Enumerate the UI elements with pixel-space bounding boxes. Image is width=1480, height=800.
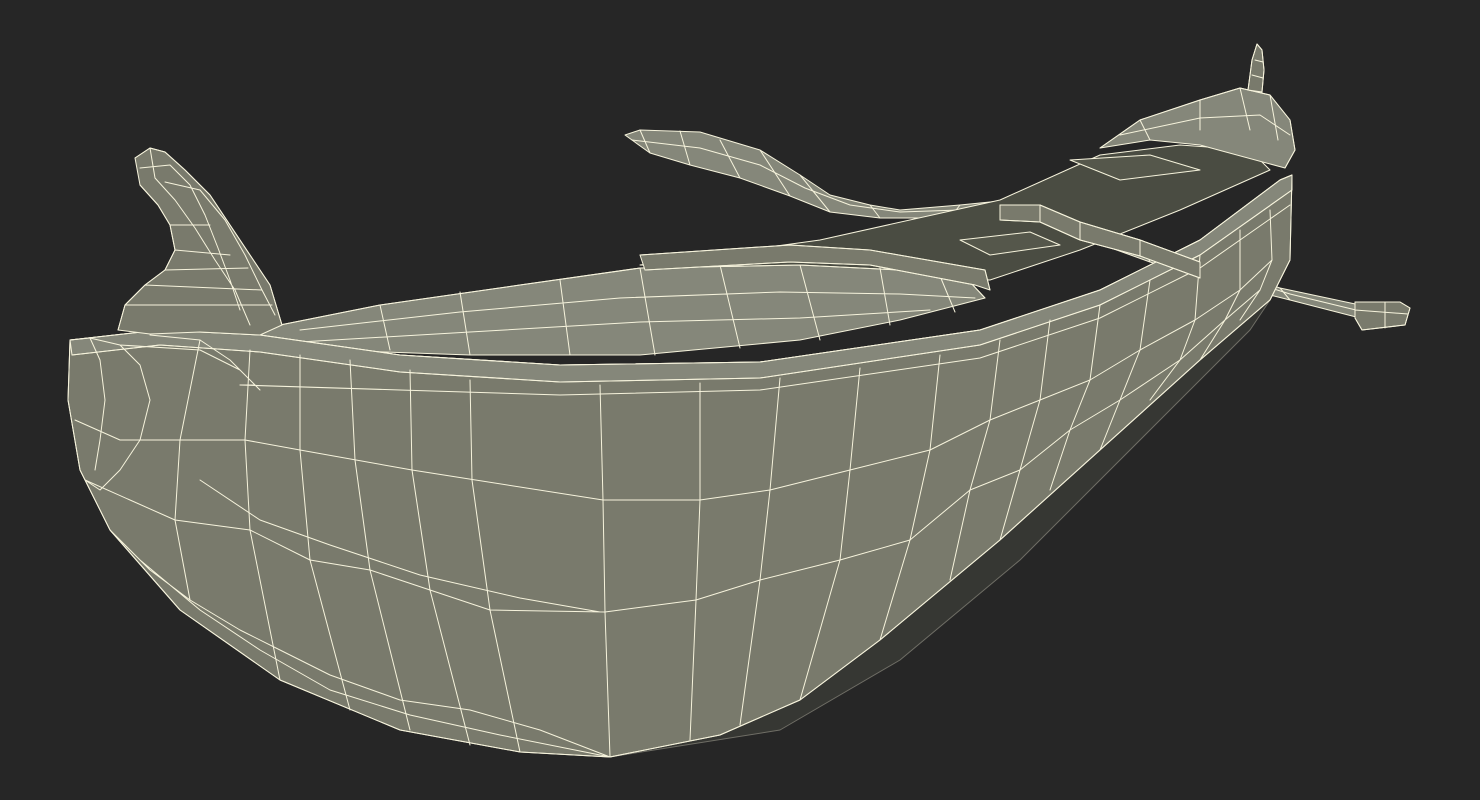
render-viewport <box>0 0 1480 800</box>
boat-wireframe-render <box>0 0 1480 800</box>
